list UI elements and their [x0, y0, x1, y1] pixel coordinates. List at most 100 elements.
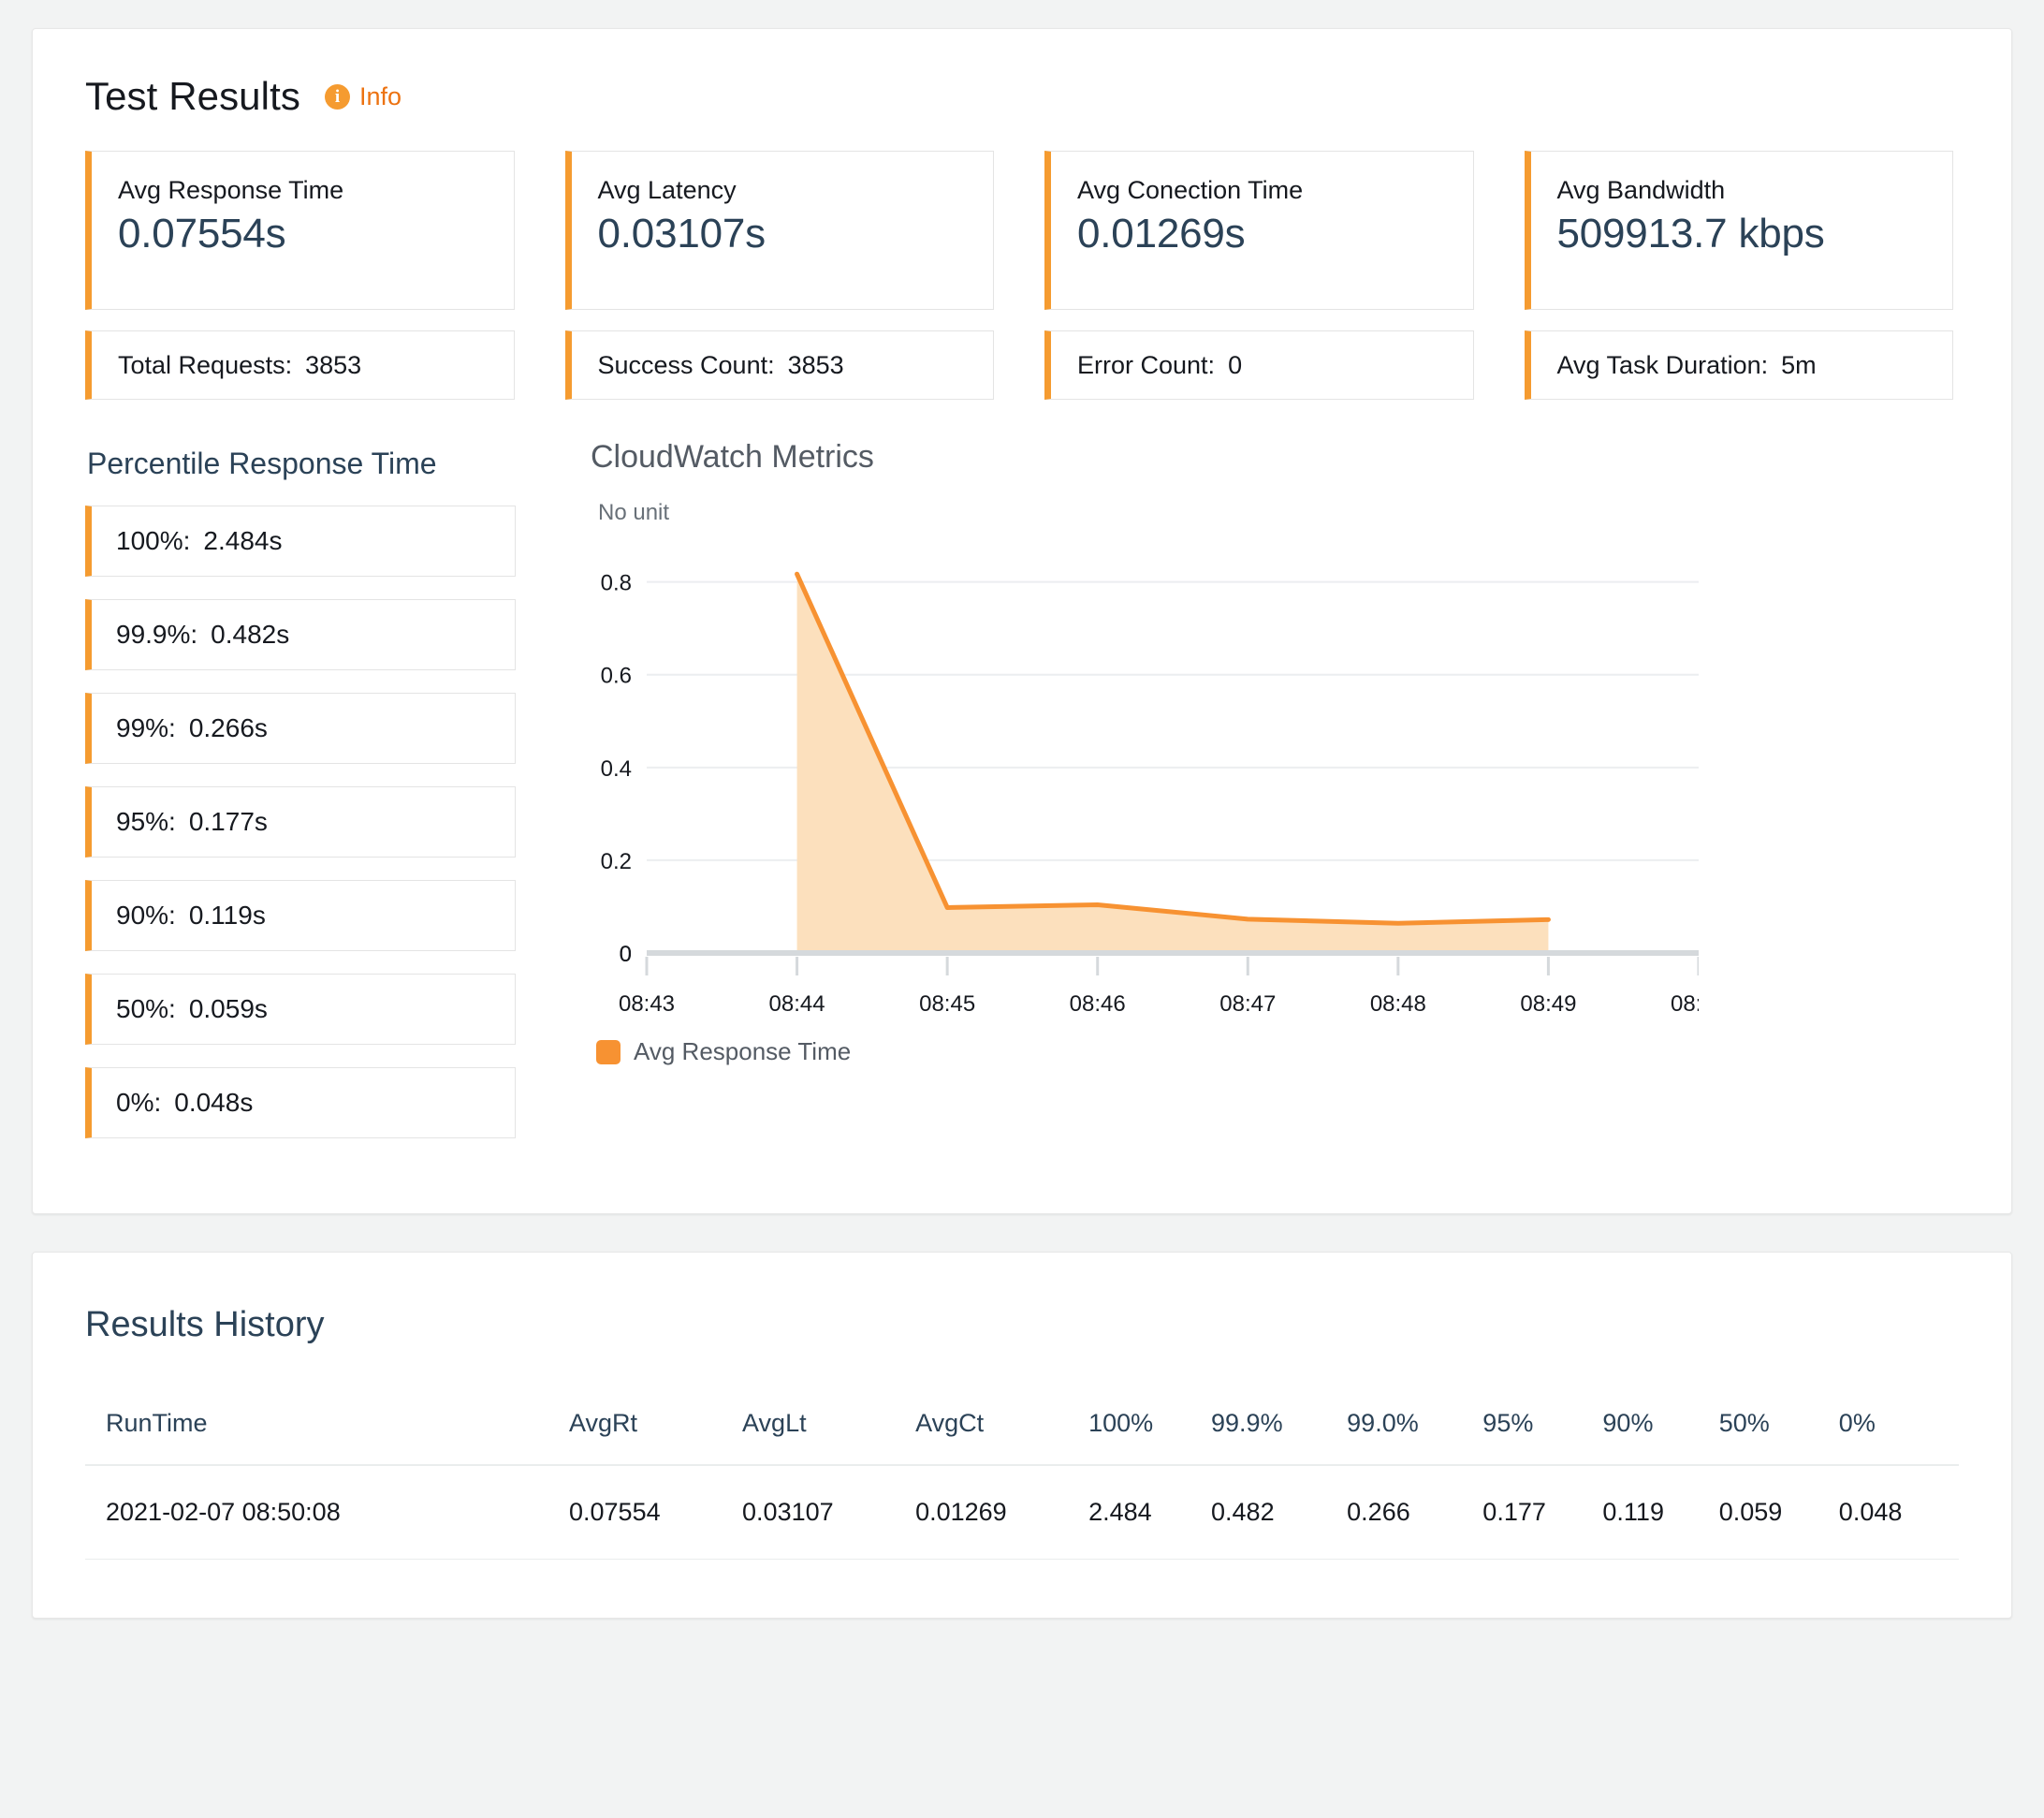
stat-value: 3853 — [305, 350, 362, 379]
metric-value: 509913.7 kbps — [1556, 211, 1825, 257]
x-axis-tick-label: 08:46 — [1070, 991, 1126, 1017]
percentile-key: 90%: — [116, 901, 176, 930]
results-history-title: Results History — [85, 1305, 325, 1344]
metric-label: Avg Latency — [597, 176, 737, 204]
x-axis-tick-label: 08:45 — [919, 991, 975, 1017]
stat-label: Total Requests: — [118, 350, 293, 379]
percentile-card: 90%: 0.119s — [85, 880, 516, 951]
metric-label: Avg Response Time — [118, 176, 344, 204]
legend-swatch-icon — [596, 1039, 620, 1064]
y-axis-tick-label: 0.8 — [601, 571, 632, 596]
percentile-key: 99.9%: — [116, 620, 198, 649]
table-cell: 0.482 — [1211, 1465, 1348, 1560]
info-link[interactable]: i Info — [324, 81, 402, 111]
table-cell: 0.177 — [1482, 1465, 1603, 1560]
table-cell: 0.03107 — [742, 1465, 916, 1560]
table-cell: 2.484 — [1088, 1465, 1212, 1560]
y-axis-tick-label: 0.6 — [601, 664, 632, 689]
panel-header: Test Results i Info — [33, 29, 2011, 119]
stat-label: Success Count: — [597, 350, 775, 379]
stat-cards-row: Total Requests: 3853 Success Count: 3853… — [33, 310, 2011, 400]
table-body: 2021-02-07 08:50:08 0.07554 0.03107 0.01269… — [85, 1465, 1959, 1560]
y-axis-tick-label: 0.4 — [601, 756, 632, 782]
metric-card-avg-connection-time: Avg Conection Time 0.01269s — [1044, 151, 1474, 310]
percentile-key: 95%: — [116, 807, 176, 836]
stat-card-total-requests: Total Requests: 3853 — [85, 330, 515, 400]
x-axis-tick-label: 08:49 — [1520, 991, 1576, 1017]
column-header[interactable]: 99.9% — [1211, 1409, 1348, 1466]
cloudwatch-column: CloudWatch Metrics No unit 0 0.2 0.4 0.6 0.8… — [585, 437, 1953, 1161]
column-header[interactable]: 0% — [1838, 1409, 1959, 1466]
column-header[interactable]: 100% — [1088, 1409, 1212, 1466]
stat-label: Error Count: — [1077, 350, 1216, 379]
page-title: Test Results — [85, 74, 300, 118]
table-row[interactable]: 2021-02-07 08:50:08 0.07554 0.03107 0.01269… — [85, 1465, 1959, 1560]
chart-svg: 00.20.40.60.8008:43 08:44 08:45 08:46 08:47 0… — [601, 571, 1727, 1017]
metric-label: Avg Bandwidth — [1556, 176, 1726, 204]
stat-label: Avg Task Duration: — [1556, 350, 1769, 379]
percentile-value: 0.482s — [211, 620, 290, 649]
percentile-value: 0.059s — [188, 994, 268, 1023]
column-header[interactable]: AvgCt — [915, 1409, 1089, 1466]
table-cell: 0.059 — [1718, 1465, 1839, 1560]
metric-value: 0.03107s — [597, 211, 766, 257]
mid-section: Percentile Response Time 100%: 2.484s 99.9… — [33, 400, 2011, 1213]
stat-value: 5m — [1781, 350, 1817, 379]
table-cell: 0.01269 — [915, 1465, 1089, 1560]
column-header[interactable]: RunTime — [85, 1409, 569, 1466]
info-link-label: Info — [358, 81, 402, 110]
table-cell: 0.119 — [1602, 1465, 1719, 1560]
metric-value: 0.01269s — [1077, 211, 1246, 257]
metric-card-avg-bandwidth: Avg Bandwidth 509913.7 kbps — [1524, 151, 1953, 310]
metric-label: Avg Conection Time — [1077, 176, 1304, 204]
chart-legend: Avg Response Time — [596, 1037, 1953, 1066]
percentile-card: 99%: 0.266s — [85, 693, 516, 764]
chart-unit-label: No unit — [598, 500, 670, 525]
metric-value: 0.07554s — [118, 211, 286, 257]
table-cell: 0.266 — [1347, 1465, 1483, 1560]
x-axis-tick-label: 08:44 — [769, 991, 825, 1017]
column-header[interactable]: 95% — [1482, 1409, 1603, 1466]
percentile-card: 99.9%: 0.482s — [85, 599, 516, 670]
table-head: RunTime AvgRt AvgLt AvgCt 100% 99.9% 99.0% 95% 9… — [85, 1409, 1959, 1466]
stat-card-error-count: Error Count: 0 — [1044, 330, 1474, 400]
x-axis-tick-label: 08:50 — [1671, 991, 1699, 1017]
results-history-table: RunTime AvgRt AvgLt AvgCt 100% 99.9% 99.0% 95% 9… — [85, 1409, 1959, 1560]
info-circle-icon: i — [324, 83, 350, 110]
stat-value: 3853 — [787, 350, 844, 379]
metric-cards-row: Avg Response Time 0.07554s Avg Latency 0… — [33, 119, 2011, 310]
x-axis-tick-label: 08:43 — [619, 991, 675, 1017]
column-header[interactable]: 50% — [1718, 1409, 1839, 1466]
percentile-value: 0.119s — [188, 901, 266, 930]
x-axis-tick-label: 08:47 — [1219, 991, 1276, 1017]
stat-card-success-count: Success Count: 3853 — [564, 330, 994, 400]
percentile-key: 99%: — [116, 713, 176, 742]
percentile-key: 50%: — [116, 994, 176, 1023]
percentile-key: 100%: — [116, 526, 191, 555]
legend-label: Avg Response Time — [634, 1037, 852, 1065]
y-axis-tick-label: 0.2 — [601, 849, 632, 874]
percentile-card: 0%: 0.048s — [85, 1067, 516, 1138]
stat-card-avg-task-duration: Avg Task Duration: 5m — [1524, 330, 1953, 400]
percentile-value: 0.266s — [188, 713, 268, 742]
column-header[interactable]: AvgLt — [742, 1409, 916, 1466]
cloudwatch-chart[interactable]: 0 0.2 0.4 0.6 0.8 0 08:43 08:44 08:45 08:46 08:47 0… — [585, 534, 1727, 1020]
percentile-value: 0.177s — [188, 807, 268, 836]
percentile-list: 100%: 2.484s 99.9%: 0.482s 99%: 0.266s 95%: 0.1… — [85, 506, 516, 1138]
percentile-value: 0.048s — [174, 1088, 254, 1117]
percentile-column: Percentile Response Time 100%: 2.484s 99.9… — [85, 437, 516, 1161]
chart-area-fill — [796, 574, 1549, 953]
column-header[interactable]: 99.0% — [1347, 1409, 1483, 1466]
metric-card-avg-response-time: Avg Response Time 0.07554s — [85, 151, 515, 310]
y-axis-tick-label: 0 — [620, 942, 632, 967]
test-results-panel: Test Results i Info Avg Response Time 0.… — [32, 28, 2012, 1214]
page-root: Test Results i Info Avg Response Time 0.… — [0, 0, 2044, 1818]
percentile-card: 95%: 0.177s — [85, 786, 516, 858]
table-header-row: RunTime AvgRt AvgLt AvgCt 100% 99.9% 99.0% 95% 9… — [85, 1409, 1959, 1466]
chart-title: CloudWatch Metrics — [591, 439, 874, 475]
column-header[interactable]: 90% — [1602, 1409, 1719, 1466]
column-header[interactable]: AvgRt — [569, 1409, 743, 1466]
percentile-section-title: Percentile Response Time — [87, 447, 437, 480]
table-cell: 0.048 — [1838, 1465, 1959, 1560]
stat-value: 0 — [1228, 350, 1243, 379]
